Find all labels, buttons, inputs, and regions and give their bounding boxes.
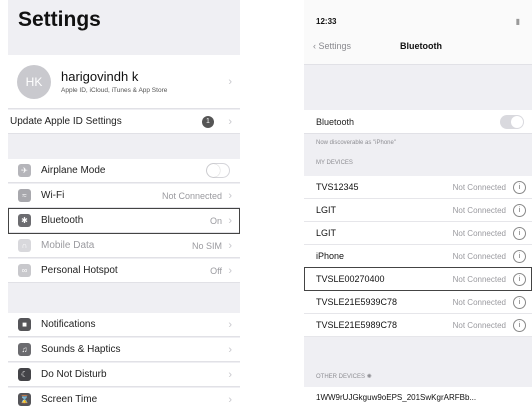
- chevron-right-icon: ›: [228, 264, 232, 277]
- settings-screen: Settings HK harigovindh k Apple ID, iClo…: [8, 0, 240, 408]
- settings-item-wifi[interactable]: ≈ Wi-Fi Not Connected ›: [8, 184, 240, 208]
- device-name: 1WW9rUJGkguw9oEPS_201SwKgrARFBb...: [316, 393, 477, 402]
- apple-id-profile-row[interactable]: HK harigovindh k Apple ID, iCloud, iTune…: [8, 55, 240, 109]
- bluetooth-toggle-label: Bluetooth: [316, 116, 355, 127]
- back-button[interactable]: ‹ Settings: [313, 41, 351, 51]
- device-status: Not Connected: [452, 183, 506, 192]
- settings-item-screen-time[interactable]: ⌛ Screen Time ›: [8, 388, 240, 408]
- other-device-row[interactable]: 1WW9rUJGkguw9oEPS_201SwKgrARFBb...: [304, 387, 532, 408]
- wifi-icon: ≈: [18, 189, 31, 202]
- settings-item-label: Airplane Mode: [41, 165, 106, 176]
- nav-title: Bluetooth: [400, 41, 442, 51]
- spinner-icon: ✺: [366, 374, 372, 380]
- chevron-right-icon: ›: [228, 343, 232, 356]
- info-icon[interactable]: i: [513, 250, 526, 263]
- hourglass-icon: ⌛: [18, 393, 31, 406]
- chevron-right-icon: ›: [228, 368, 232, 381]
- settings-item-label: Personal Hotspot: [41, 265, 118, 276]
- battery-icon: ▮: [515, 17, 520, 26]
- device-row[interactable]: LGIT Not Connected i: [304, 222, 532, 245]
- settings-item-label: Mobile Data: [41, 240, 95, 251]
- device-status: Not Connected: [452, 321, 506, 330]
- chevron-right-icon: ›: [228, 393, 232, 406]
- back-button-label: Settings: [318, 41, 352, 51]
- notifications-icon: ■: [18, 318, 31, 331]
- device-status: Not Connected: [452, 206, 506, 215]
- notification-badge: 1: [202, 115, 214, 128]
- moon-icon: ☾: [18, 368, 31, 381]
- chevron-right-icon: ›: [228, 239, 232, 252]
- chevron-right-icon: ›: [228, 318, 232, 331]
- settings-item-airplane-mode[interactable]: ✈ Airplane Mode: [8, 159, 240, 183]
- settings-item-label: Screen Time: [41, 394, 98, 405]
- profile-name: harigovindh k: [61, 69, 139, 84]
- bluetooth-screen: 12:33 ▮ ‹ Settings Bluetooth Bluetooth N…: [304, 0, 532, 408]
- device-name: LGIT: [316, 228, 337, 238]
- device-row[interactable]: TVSLE21E5989C78 Not Connected i: [304, 314, 532, 337]
- page-title: Settings: [18, 8, 101, 31]
- device-row[interactable]: TVS12345 Not Connected i: [304, 176, 532, 199]
- info-icon[interactable]: i: [513, 181, 526, 194]
- update-apple-id-row[interactable]: Update Apple ID Settings 1 ›: [8, 110, 240, 134]
- hotspot-icon: ∞: [18, 264, 31, 277]
- settings-item-label: Wi-Fi: [41, 190, 65, 201]
- settings-item-mobile-data[interactable]: ∩ Mobile Data No SIM ›: [8, 234, 240, 258]
- speaker-icon: ♫: [18, 343, 31, 356]
- chevron-right-icon: ›: [228, 115, 232, 128]
- discoverable-note: Now discoverable as "iPhone": [316, 140, 396, 146]
- settings-item-label: Do Not Disturb: [41, 369, 107, 380]
- chevron-right-icon: ›: [228, 75, 232, 88]
- info-icon[interactable]: i: [513, 296, 526, 309]
- chevron-right-icon: ›: [228, 189, 232, 202]
- device-row[interactable]: LGIT Not Connected i: [304, 199, 532, 222]
- settings-item-value: Off: [210, 265, 222, 276]
- settings-item-value: Not Connected: [161, 190, 222, 201]
- device-name: TVSLE21E5939C78: [316, 297, 398, 307]
- device-name: LGIT: [316, 205, 337, 215]
- airplane-mode-toggle[interactable]: [206, 163, 230, 178]
- info-icon[interactable]: i: [513, 319, 526, 332]
- device-status: Not Connected: [452, 229, 506, 238]
- antenna-icon: ∩: [18, 239, 31, 252]
- settings-item-sounds[interactable]: ♫ Sounds & Haptics ›: [8, 338, 240, 362]
- settings-item-label: Sounds & Haptics: [41, 344, 121, 355]
- update-apple-id-label: Update Apple ID Settings: [10, 116, 122, 127]
- device-row[interactable]: iPhone Not Connected i: [304, 245, 532, 268]
- other-devices-label: OTHER DEVICES: [316, 374, 366, 380]
- device-status: Not Connected: [452, 298, 506, 307]
- airplane-icon: ✈: [18, 164, 31, 177]
- profile-subtitle: Apple ID, iCloud, iTunes & App Store: [61, 87, 168, 94]
- device-status: Not Connected: [452, 252, 506, 261]
- highlight-frame: [304, 267, 532, 291]
- device-name: TVS12345: [316, 182, 359, 192]
- bluetooth-toggle[interactable]: [500, 114, 524, 129]
- settings-item-do-not-disturb[interactable]: ☾ Do Not Disturb ›: [8, 363, 240, 387]
- status-bar-time: 12:33: [316, 17, 337, 26]
- settings-item-label: Notifications: [41, 319, 96, 330]
- settings-item-value: No SIM: [191, 240, 222, 251]
- settings-item-personal-hotspot[interactable]: ∞ Personal Hotspot Off ›: [8, 259, 240, 283]
- settings-item-notifications[interactable]: ■ Notifications ›: [8, 313, 240, 337]
- my-devices-header: MY DEVICES: [316, 160, 353, 166]
- device-name: TVSLE21E5989C78: [316, 320, 398, 330]
- info-icon[interactable]: i: [513, 227, 526, 240]
- other-devices-header: OTHER DEVICES ✺: [316, 373, 372, 380]
- navigation-bar: [304, 0, 532, 65]
- info-icon[interactable]: i: [513, 204, 526, 217]
- highlight-frame: [8, 208, 240, 234]
- device-row[interactable]: TVSLE21E5939C78 Not Connected i: [304, 291, 532, 314]
- bluetooth-toggle-row[interactable]: Bluetooth: [304, 110, 532, 134]
- avatar: HK: [17, 64, 51, 99]
- device-name: iPhone: [316, 251, 345, 261]
